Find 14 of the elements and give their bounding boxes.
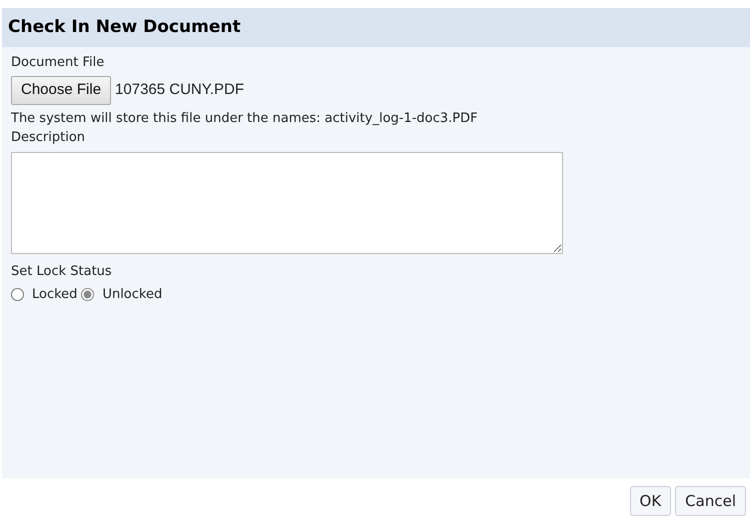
radio-label: Unlocked — [102, 286, 162, 304]
radio-button[interactable] — [11, 288, 24, 302]
dialog-title: Check In New Document — [2, 8, 750, 46]
description-field[interactable] — [11, 152, 563, 254]
file-name: 107365 CUNY.PDF — [115, 80, 244, 100]
field-label: Set Lock Status — [11, 262, 113, 280]
radio-button[interactable] — [81, 288, 94, 302]
field-label: Document File — [11, 54, 106, 72]
field-label: Description — [11, 129, 86, 147]
cancel-button[interactable]: Cancel — [675, 486, 746, 516]
radio-label: Locked — [32, 286, 78, 304]
choose-file-button[interactable]: Choose File — [11, 76, 112, 104]
storage-note: The system will store this file under the names: activity_log-1-doc3.PDF — [11, 110, 479, 128]
ok-button[interactable]: OK — [630, 486, 672, 516]
